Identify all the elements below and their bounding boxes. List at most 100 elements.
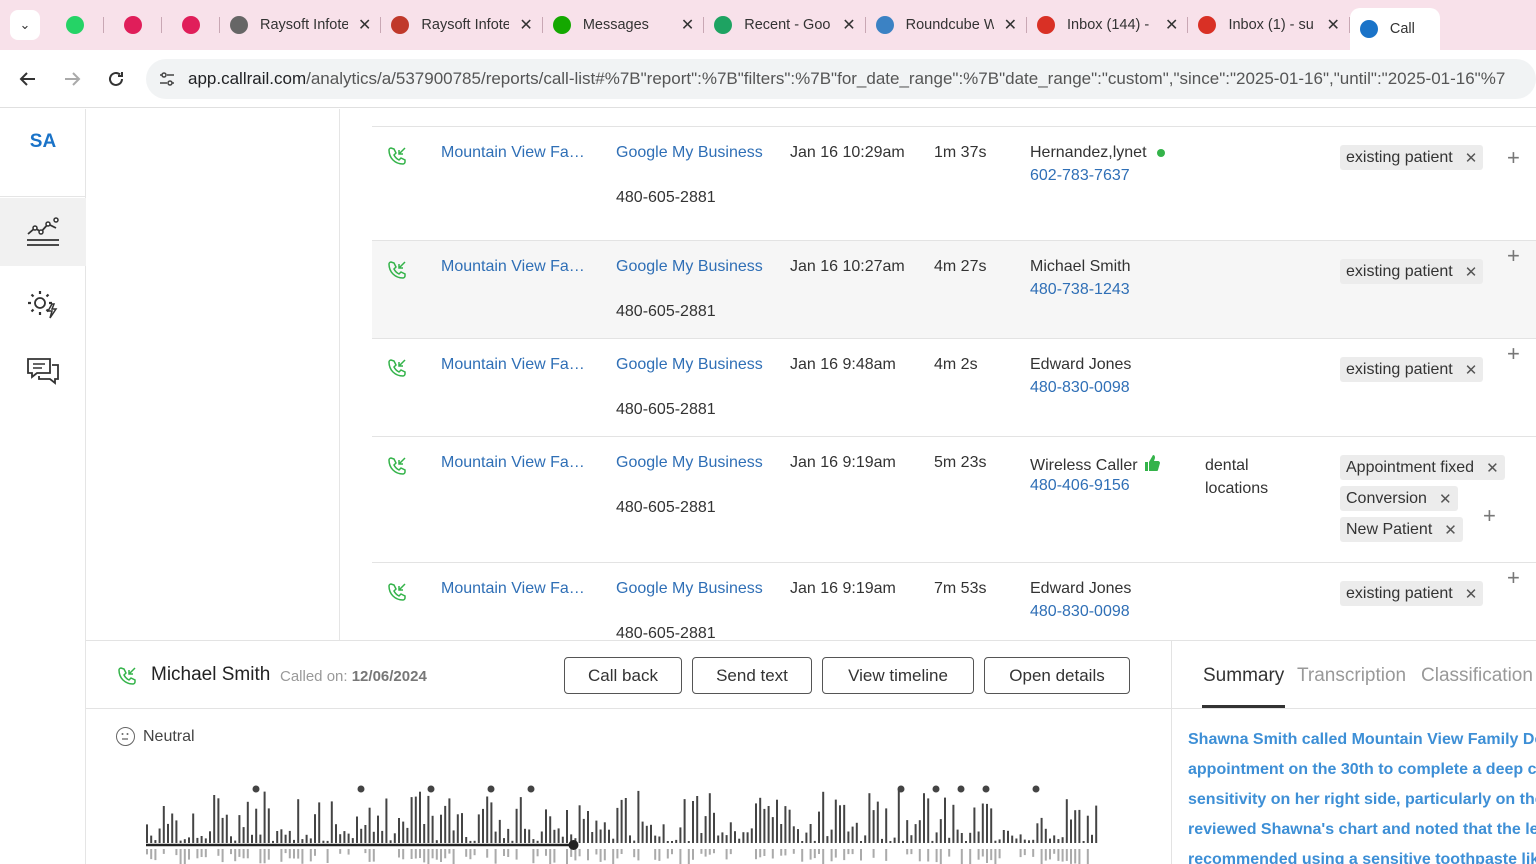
waveform-bar <box>956 829 959 843</box>
call-type-cell <box>386 357 408 384</box>
browser-tab[interactable]: Raysoft Infote ✕ <box>220 7 382 43</box>
account-initials[interactable]: SA <box>0 131 86 153</box>
waveform-bar <box>750 828 753 843</box>
waveform-bar <box>406 827 409 843</box>
remove-tag-icon[interactable]: ✕ <box>1486 459 1499 477</box>
remove-tag-icon[interactable]: ✕ <box>1465 361 1478 379</box>
waveform-bar <box>377 815 379 843</box>
waveform-bar <box>1044 828 1047 843</box>
remove-tag-icon[interactable]: ✕ <box>1465 263 1478 281</box>
add-tag-button[interactable]: + <box>1507 341 1520 367</box>
remove-tag-icon[interactable]: ✕ <box>1465 585 1478 603</box>
caller-phone-link[interactable]: 480-738-1243 <box>1030 281 1130 299</box>
tab-transcription[interactable]: Transcription <box>1297 665 1406 687</box>
close-tab-icon[interactable]: ✕ <box>1165 15 1178 35</box>
company-link[interactable]: Mountain View Fa… <box>441 258 585 276</box>
remove-tag-icon[interactable]: ✕ <box>1444 521 1457 539</box>
neutral-face-icon <box>116 727 135 746</box>
waveform-bar-secondary <box>872 849 875 858</box>
company-link[interactable]: Mountain View Fa… <box>441 144 585 162</box>
caller-name[interactable]: Wireless Caller <box>1030 457 1138 475</box>
waveform-bar-secondary <box>1019 849 1022 858</box>
caller-phone-link[interactable]: 480-406-9156 <box>1030 477 1130 495</box>
source-link[interactable]: Google My Business <box>616 580 763 598</box>
browser-tab[interactable]: Recent - Goo ✕ <box>704 7 867 43</box>
call-waveform[interactable] <box>136 781 1176 864</box>
back-button[interactable] <box>6 57 50 101</box>
waveform-bar <box>897 789 900 843</box>
add-tag-button[interactable]: + <box>1507 243 1520 269</box>
table-row[interactable]: Mountain View Fa… Google My Business 480-6… <box>372 338 1536 436</box>
waveform-bar-secondary <box>402 849 405 860</box>
waveform-bar <box>1028 840 1030 843</box>
caller-phone-link[interactable]: 602-783-7637 <box>1030 167 1130 185</box>
waveform-bar <box>721 832 724 843</box>
insight-tabs: Summary Transcription Classification <box>1172 641 1536 709</box>
open-details-button[interactable]: Open details <box>984 657 1130 694</box>
add-tag-button[interactable]: + <box>1507 565 1520 591</box>
playback-handle[interactable] <box>568 840 579 850</box>
table-row[interactable]: Mountain View Fa… Google My Business 480-6… <box>372 562 1536 640</box>
add-tag-button[interactable]: + <box>1507 145 1520 171</box>
remove-tag-icon[interactable]: ✕ <box>1465 149 1478 167</box>
waveform-bar <box>335 824 337 843</box>
waveform-bar <box>494 831 497 843</box>
waveform-bar <box>192 813 195 843</box>
add-tag-button[interactable]: + <box>1483 503 1496 529</box>
browser-tab[interactable]: Inbox (1) - su ✕ <box>1188 7 1351 43</box>
source-link[interactable]: Google My Business <box>616 454 763 472</box>
reload-button[interactable] <box>94 57 138 101</box>
caller-name[interactable]: Hernandez,lynet <box>1030 144 1147 162</box>
close-tab-icon[interactable]: ✕ <box>1326 15 1339 35</box>
caller-name[interactable]: Edward Jones <box>1030 580 1131 598</box>
caller-phone-link[interactable]: 480-830-0098 <box>1030 603 1130 621</box>
table-row[interactable]: Mountain View Fa… Google My Business 480-6… <box>372 126 1536 240</box>
sidebar-item-automation[interactable] <box>0 270 86 338</box>
close-tab-icon[interactable]: ✕ <box>681 15 694 35</box>
tab-search-button[interactable]: ⌄ <box>10 10 40 40</box>
company-link[interactable]: Mountain View Fa… <box>441 580 585 598</box>
sidebar-item-conversations[interactable] <box>0 338 86 406</box>
browser-tab[interactable]: Messages ✕ <box>543 7 705 43</box>
forward-button[interactable] <box>50 57 94 101</box>
summary-line: Shawna Smith called Mountain View Family… <box>1188 731 1536 748</box>
call-date: Jan 16 9:19am <box>790 580 896 597</box>
tab-summary[interactable]: Summary <box>1203 665 1284 687</box>
caller-name[interactable]: Michael Smith <box>1030 258 1130 276</box>
table-row[interactable]: Mountain View Fa… Google My Business 480-6… <box>372 240 1536 338</box>
close-tab-icon[interactable]: ✕ <box>842 15 855 35</box>
table-row[interactable]: Mountain View Fa… Google My Business 480-6… <box>372 436 1536 562</box>
company-link[interactable]: Mountain View Fa… <box>441 454 585 472</box>
browser-tab[interactable]: Inbox (144) - ✕ <box>1027 7 1189 43</box>
caller-name[interactable]: Edward Jones <box>1030 356 1131 374</box>
tab-classification[interactable]: Classification <box>1421 665 1533 687</box>
waveform-bar-secondary <box>948 849 951 857</box>
caller-phone-link[interactable]: 480-830-0098 <box>1030 379 1130 397</box>
waveform-bar <box>171 813 174 843</box>
source-link[interactable]: Google My Business <box>616 356 763 374</box>
source-link[interactable]: Google My Business <box>616 258 763 276</box>
close-tab-icon[interactable]: ✕ <box>519 15 532 35</box>
close-tab-icon[interactable]: ✕ <box>1004 15 1017 35</box>
sidebar-item-analytics[interactable] <box>0 198 86 266</box>
close-tab-icon[interactable]: ✕ <box>358 15 371 35</box>
source-link[interactable]: Google My Business <box>616 144 763 162</box>
browser-tab[interactable] <box>46 7 104 43</box>
waveform-bar-secondary <box>293 849 295 859</box>
browser-tab[interactable]: Roundcube W ✕ <box>866 7 1028 43</box>
browser-tab[interactable]: Raysoft Infote ✕ <box>381 7 544 43</box>
address-bar[interactable]: app.callrail.com/analytics/a/537900785/r… <box>146 58 1536 99</box>
waveform-bar <box>423 824 426 843</box>
call-detail-header: Michael Smith Called on: 12/06/2024 Call… <box>86 641 1172 709</box>
send-text-button[interactable]: Send text <box>692 657 812 694</box>
company-link[interactable]: Mountain View Fa… <box>441 356 585 374</box>
call-back-button[interactable]: Call back <box>564 657 682 694</box>
waveform-bar <box>633 840 636 843</box>
tag-chip: existing patient ✕ <box>1340 581 1484 606</box>
remove-tag-icon[interactable]: ✕ <box>1439 490 1452 508</box>
browser-tab[interactable] <box>162 7 220 43</box>
view-timeline-button[interactable]: View timeline <box>822 657 974 694</box>
site-info-button[interactable] <box>152 64 182 94</box>
browser-tab[interactable]: Call <box>1349 8 1440 50</box>
browser-tab[interactable] <box>104 7 162 43</box>
